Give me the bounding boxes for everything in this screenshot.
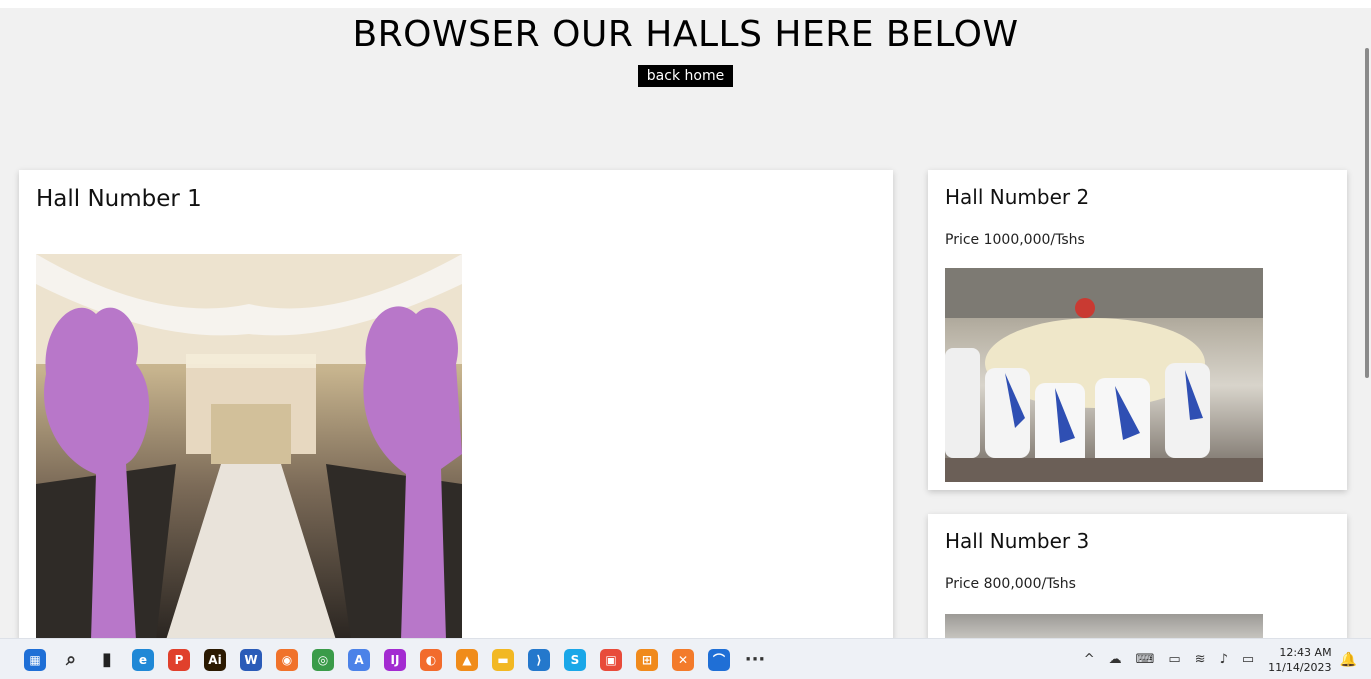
taskbar-apps: ▦ ⌕ ▮ e P Ai W ◉ ◎ A IJ ◐ ▲ ▬ ⟩ S ▣ ⊞ ✕ ⌒ ··· — [10, 648, 766, 671]
app-store-icon[interactable]: A — [348, 648, 370, 671]
hall-card-3[interactable]: Hall Number 3 Price 800,000/Tshs — [928, 514, 1347, 640]
more-apps-icon[interactable]: ··· — [744, 649, 766, 671]
volume-icon[interactable]: ♪ — [1220, 652, 1228, 667]
hall-photo — [36, 254, 462, 640]
chrome-icon[interactable]: ◎ — [312, 648, 334, 671]
edge-icon[interactable]: e — [132, 648, 154, 671]
system-tray: ^ ☁ ⌨ ▭ ≋ ♪ ▭ 12:43 AM 11/14/2023 🔔 — [1070, 639, 1371, 679]
hall-price: Price 1000,000/Tshs — [945, 232, 1085, 248]
page-scrollbar[interactable] — [1365, 48, 1369, 378]
back-home-button[interactable]: back home — [637, 65, 734, 87]
wifi-icon[interactable]: ≋ — [1195, 652, 1206, 667]
hall-title: Hall Number 3 — [945, 529, 1090, 553]
taskbar: ▦ ⌕ ▮ e P Ai W ◉ ◎ A IJ ◐ ▲ ▬ ⟩ S ▣ ⊞ ✕ ⌒ ··· ^ ☁ ⌨ ▭ ≋ ♪ ▭ … — [0, 638, 1371, 679]
network-app-icon[interactable]: ⊞ — [636, 648, 658, 671]
notification-bell-icon[interactable]: 🔔 — [1340, 652, 1357, 668]
intellij-icon[interactable]: IJ — [384, 648, 406, 671]
clock-date: 11/14/2023 — [1268, 660, 1332, 674]
xampp-icon[interactable]: ✕ — [672, 648, 694, 671]
display-icon[interactable]: ▭ — [1168, 652, 1180, 667]
hall-photo — [945, 268, 1263, 482]
pdf-app-icon[interactable]: P — [168, 648, 190, 671]
clock[interactable]: 12:43 AM 11/14/2023 — [1268, 645, 1331, 675]
vlc-icon[interactable]: ▲ — [456, 648, 478, 671]
hall-photo-graphic — [945, 268, 1263, 482]
firefox-icon[interactable]: ◉ — [276, 648, 298, 671]
browser-page: BROWSER OUR HALLS HERE BELOW back home H… — [0, 0, 1371, 679]
search-icon[interactable]: ⌕ — [60, 649, 82, 671]
skype-icon[interactable]: S — [564, 648, 586, 671]
top-strip — [0, 0, 1371, 8]
hall-photo-graphic — [36, 254, 462, 640]
keyboard-icon[interactable]: ⌨ — [1136, 652, 1155, 667]
hall-title: Hall Number 2 — [945, 185, 1090, 209]
clock-time: 12:43 AM — [1279, 645, 1332, 659]
hall-photo — [945, 614, 1263, 640]
calendar-app-icon[interactable]: ▣ — [600, 648, 622, 671]
show-hidden-icons-icon[interactable]: ^ — [1084, 652, 1095, 667]
hall-title: Hall Number 1 — [36, 186, 202, 212]
word-icon[interactable]: W — [240, 648, 262, 671]
battery-icon[interactable]: ▭ — [1242, 652, 1254, 667]
file-explorer-icon[interactable]: ▬ — [492, 648, 514, 671]
widget-icon[interactable]: ⌒ — [708, 648, 730, 671]
cloud-icon[interactable]: ☁ — [1109, 652, 1122, 667]
postman-icon[interactable]: ◐ — [420, 648, 442, 671]
hall-card-1[interactable]: Hall Number 1 — [19, 170, 893, 640]
hall-card-2[interactable]: Hall Number 2 Price 1000,000/Tshs — [928, 170, 1347, 490]
task-view-icon[interactable]: ▮ — [96, 649, 118, 671]
start-icon[interactable]: ▦ — [24, 648, 46, 671]
page-header: BROWSER OUR HALLS HERE BELOW back home — [0, 10, 1371, 160]
page-title: BROWSER OUR HALLS HERE BELOW — [352, 14, 1019, 55]
hall-price: Price 800,000/Tshs — [945, 576, 1076, 592]
illustrator-icon[interactable]: Ai — [204, 648, 226, 671]
vscode-icon[interactable]: ⟩ — [528, 648, 550, 671]
